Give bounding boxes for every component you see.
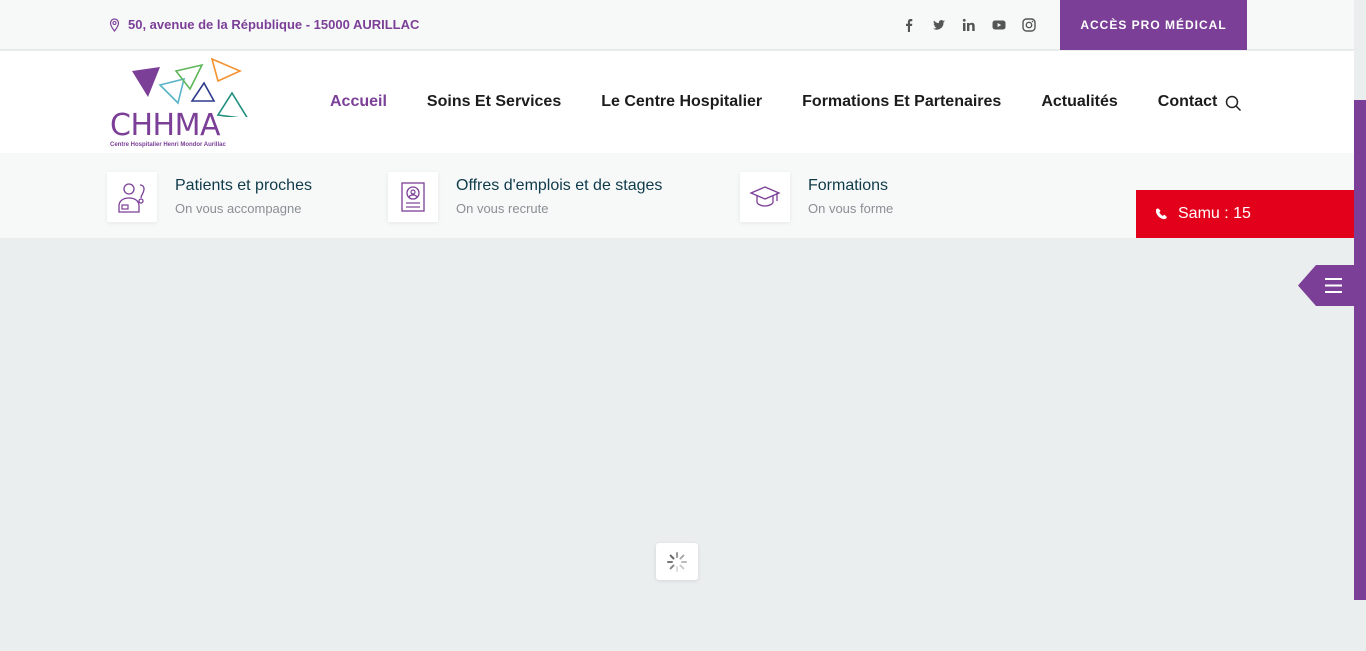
nav-item-accueil[interactable]: Accueil [330, 93, 387, 111]
chhma-logo[interactable]: CHHMA Centre Hospitalier Henri Mondor Au… [108, 57, 253, 149]
phone-icon [1156, 208, 1167, 220]
side-strip [1354, 100, 1366, 600]
instagram-icon[interactable] [1020, 16, 1038, 34]
logo-text: CHHMA [110, 108, 220, 143]
quick-link-patients[interactable]: Patients et proches On vous accompagne [107, 172, 312, 222]
side-menu-toggle-icon[interactable] [1298, 265, 1354, 306]
address-text: 50, avenue de la République - 15000 AURI… [128, 17, 420, 32]
linkedin-icon[interactable] [960, 16, 978, 34]
nav-item-actualites[interactable]: Actualités [1041, 93, 1117, 111]
nav-item-formations-et-partenaires[interactable]: Formations Et Partenaires [802, 93, 1001, 111]
nav-item-contact[interactable]: Contact [1158, 93, 1218, 111]
resume-icon [388, 172, 438, 222]
quick-link-subtitle: On vous recrute [456, 201, 549, 216]
graduation-cap-icon [740, 172, 790, 222]
social-links [900, 16, 1038, 34]
address: 50, avenue de la République - 15000 AURI… [109, 17, 419, 32]
quick-link-emplois[interactable]: Offres d'emplois et de stages On vous re… [388, 172, 662, 222]
quick-link-formations[interactable]: Formations On vous forme [740, 172, 893, 222]
twitter-icon[interactable] [930, 16, 948, 34]
samu-call-button[interactable]: Samu : 15 [1136, 190, 1354, 238]
top-bar: 50, avenue de la République - 15000 AURI… [0, 0, 1354, 50]
logo-subtitle: Centre Hospitalier Henri Mondor Aurillac [110, 142, 226, 148]
doctor-icon [107, 172, 157, 222]
quick-link-title: Offres d'emplois et de stages [456, 177, 663, 194]
location-pin-icon [109, 17, 120, 32]
samu-label: Samu : 15 [1178, 205, 1251, 222]
search-icon[interactable] [1225, 95, 1242, 112]
spinner-icon [667, 551, 687, 572]
quick-link-subtitle: On vous forme [808, 201, 894, 216]
nav-item-le-centre-hospitalier[interactable]: Le Centre Hospitalier [601, 93, 762, 111]
pro-medical-access-button[interactable]: ACCÈS PRO MÉDICAL [1060, 0, 1247, 50]
main-nav: Accueil Soins Et Services Le Centre Hosp… [330, 93, 1257, 111]
facebook-icon[interactable] [900, 16, 918, 34]
youtube-icon[interactable] [990, 16, 1008, 34]
quick-link-title: Patients et proches [175, 177, 312, 194]
main-header: CHHMA Centre Hospitalier Henri Mondor Au… [0, 51, 1354, 153]
quick-link-title: Formations [808, 177, 889, 194]
quick-link-subtitle: On vous accompagne [175, 201, 302, 216]
nav-item-soins-et-services[interactable]: Soins Et Services [427, 93, 561, 111]
loading-spinner [656, 543, 698, 580]
